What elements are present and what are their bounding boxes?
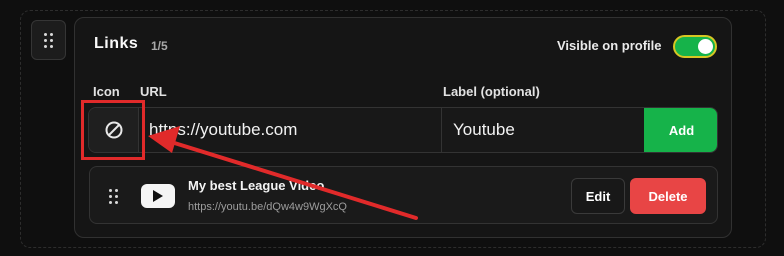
links-count: 1/5 [151,39,168,53]
icon-column-label: Icon [93,84,120,99]
drag-dots-icon [109,189,118,204]
link-title: My best League Video [188,178,325,193]
field-divider [441,108,442,152]
add-link-button[interactable]: Add [644,108,717,152]
edit-link-button[interactable]: Edit [571,178,625,214]
new-link-form: Add [88,107,718,153]
drag-dots-icon [44,32,53,48]
url-column-label: URL [140,84,167,99]
play-icon [153,190,163,202]
delete-link-button[interactable]: Delete [630,178,706,214]
label-column-label: Label (optional) [443,84,540,99]
link-item: My best League Video https://youtu.be/dQ… [89,166,718,224]
section-drag-handle[interactable] [31,20,66,60]
visibility-label: Visible on profile [557,38,662,53]
annotation-highlight-box [81,100,145,160]
link-drag-handle[interactable] [109,189,118,204]
toggle-knob [698,39,713,54]
url-input[interactable] [149,108,439,152]
section-title: Links [94,35,139,52]
visibility-toggle[interactable] [673,35,717,58]
label-input[interactable] [453,108,643,152]
link-url[interactable]: https://youtu.be/dQw4w9WgXcQ [188,201,347,213]
youtube-icon [141,184,175,208]
links-editor: Links 1/5 Visible on profile Icon URL La… [0,0,784,256]
